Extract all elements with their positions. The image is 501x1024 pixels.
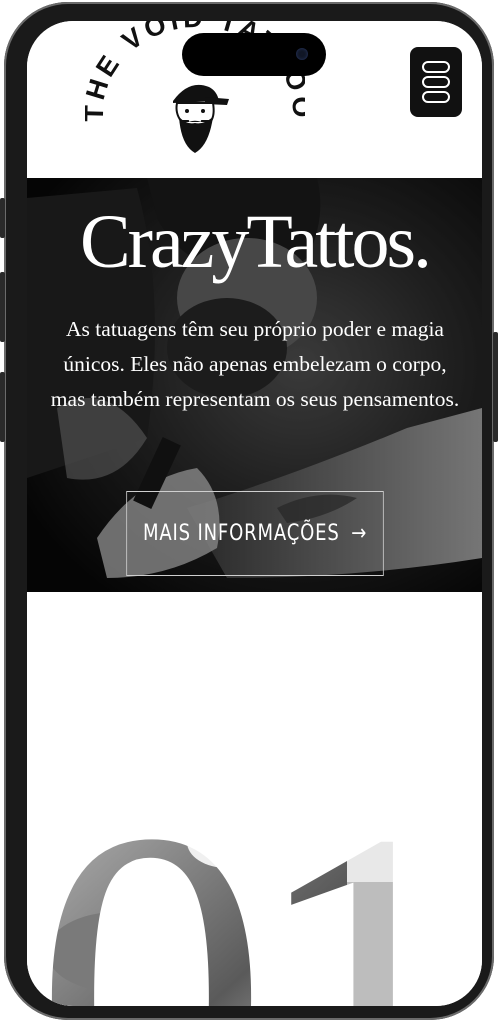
power-button [493,332,498,442]
menu-button[interactable] [410,47,462,117]
hero-description: As tatuagens têm seu próprio poder e mag… [50,317,460,411]
section-number-graphic: 01 [27,592,464,1006]
bearded-man-cap-icon [173,84,229,153]
volume-down-button [0,372,5,442]
action-button [0,198,5,238]
arrow-right-icon: → [351,521,368,546]
menu-icon-bar [422,91,450,103]
phone-frame: · THE VOID TATTOO · [0,2,498,1020]
volume-up-button [0,272,5,342]
more-info-label: MAIS INFORMAÇÕES [142,521,340,546]
more-info-button[interactable]: MAIS INFORMAÇÕES → [126,491,384,576]
dynamic-island [182,33,326,76]
front-camera-icon [296,48,308,60]
hero-section: CrazyTattos. As tatuagens têm seu própri… [27,178,482,592]
menu-icon-bar [422,61,450,73]
section-number-text: 01 [27,592,29,593]
screen: · THE VOID TATTOO · [27,21,482,1006]
menu-icon-bar [422,76,450,88]
section-number-block: 01 [27,592,482,1006]
section-number-photo-fill [34,733,464,1006]
hero-title: CrazyTattos. [79,200,432,284]
